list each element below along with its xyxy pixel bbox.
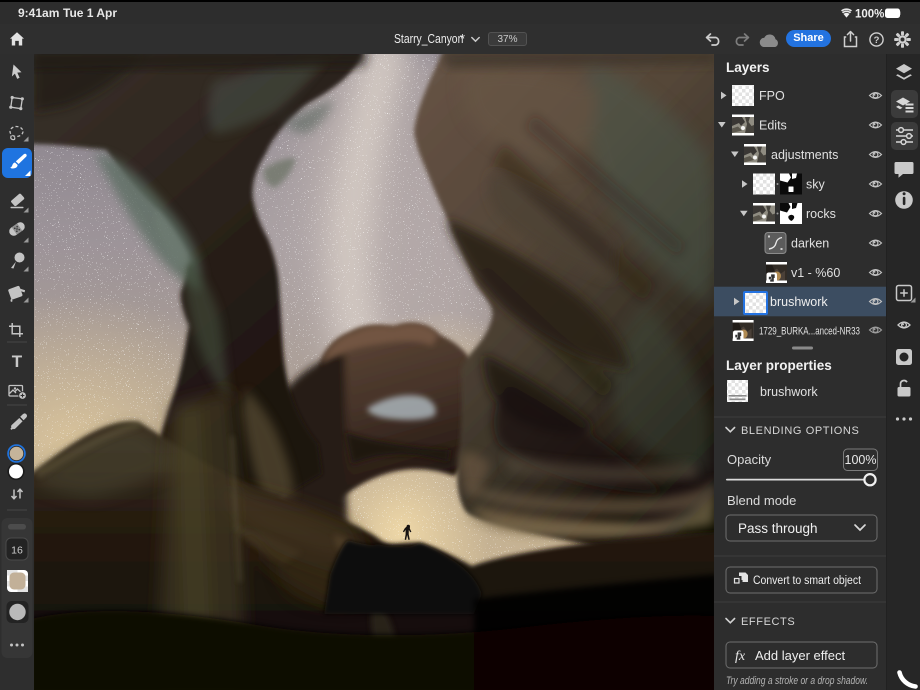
svg-text:adjustments: adjustments xyxy=(771,148,838,162)
svg-text:Blend mode: Blend mode xyxy=(727,493,796,508)
svg-text:v1 - %60: v1 - %60 xyxy=(791,266,840,280)
svg-text:Convert to smart object: Convert to smart object xyxy=(753,573,862,587)
svg-text:rocks: rocks xyxy=(806,207,836,221)
svg-text:darken: darken xyxy=(791,237,829,251)
svg-text:Try adding a stroke or a drop: Try adding a stroke or a drop shadow. xyxy=(726,675,868,687)
svg-text:brushwork: brushwork xyxy=(760,385,818,399)
svg-text:Layers: Layers xyxy=(726,60,770,75)
svg-text:Opacity: Opacity xyxy=(727,452,772,467)
svg-text:100%: 100% xyxy=(855,9,884,21)
svg-text:sky: sky xyxy=(806,178,826,192)
svg-text:?: ? xyxy=(874,35,880,46)
svg-text:EFFECTS: EFFECTS xyxy=(741,616,795,628)
svg-text:brushwork: brushwork xyxy=(770,295,828,309)
svg-text:100%: 100% xyxy=(845,453,877,467)
svg-text:Edits: Edits xyxy=(759,119,787,133)
svg-text:T: T xyxy=(12,352,23,371)
svg-text:Pass through: Pass through xyxy=(738,521,818,536)
svg-text:Add layer effect: Add layer effect xyxy=(755,648,845,663)
svg-text:FPO: FPO xyxy=(759,89,785,103)
svg-text:16: 16 xyxy=(11,545,23,557)
svg-text:fx: fx xyxy=(735,649,746,664)
svg-text:1729_BURKA...anced-NR33: 1729_BURKA...anced-NR33 xyxy=(759,326,860,338)
svg-text:BLENDING OPTIONS: BLENDING OPTIONS xyxy=(741,425,859,437)
svg-text:Layer properties: Layer properties xyxy=(726,358,832,373)
